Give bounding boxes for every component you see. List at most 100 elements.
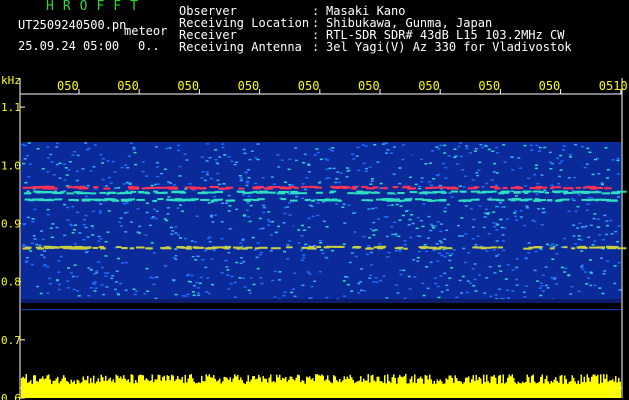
trace-segment xyxy=(356,190,364,193)
amplitude-bar xyxy=(507,377,509,398)
noise-speck xyxy=(99,238,103,240)
noise-speck xyxy=(483,216,487,218)
amplitude-bar xyxy=(481,383,483,398)
noise-speck xyxy=(403,291,407,293)
noise-speck xyxy=(439,275,443,277)
amplitude-bar xyxy=(619,381,621,398)
noise-speck xyxy=(598,287,602,289)
amplitude-bar xyxy=(264,378,266,398)
noise-speck xyxy=(116,292,120,295)
amplitude-bar xyxy=(159,375,161,398)
amplitude-bar xyxy=(132,374,134,398)
noise-speck xyxy=(226,253,230,256)
noise-speck xyxy=(345,176,349,178)
amplitude-bar xyxy=(286,381,288,398)
noise-speck xyxy=(35,285,39,288)
noise-speck xyxy=(124,231,128,233)
noise-speck xyxy=(89,170,93,172)
noise-speck xyxy=(239,177,243,179)
noise-speck xyxy=(73,150,77,153)
noise-speck xyxy=(562,145,566,147)
noise-speck xyxy=(478,161,482,164)
noise-speck xyxy=(617,225,621,227)
trace-segment xyxy=(325,198,331,201)
noise-speck xyxy=(221,146,225,149)
noise-speck xyxy=(412,155,416,157)
amplitude-bar xyxy=(154,379,156,398)
amplitude-bar xyxy=(100,374,102,398)
noise-speck xyxy=(357,282,361,285)
x-tick-label: 050 xyxy=(57,79,79,93)
noise-speck xyxy=(412,244,416,246)
trace-segment xyxy=(581,198,590,201)
noise-speck xyxy=(567,210,571,213)
noise-speck xyxy=(440,254,444,257)
noise-speck xyxy=(172,184,176,186)
amplitude-bar xyxy=(322,375,324,398)
noise-speck xyxy=(439,230,443,233)
amplitude-bar xyxy=(597,374,599,398)
amplitude-bar xyxy=(364,380,366,398)
trace-segment xyxy=(256,191,263,194)
noise-speck xyxy=(600,182,604,184)
trace-segment xyxy=(487,198,492,201)
noise-speck xyxy=(55,279,59,281)
noise-speck xyxy=(298,147,302,149)
amplitude-bar xyxy=(270,374,272,398)
amplitude-bar xyxy=(370,375,372,398)
amplitude-bar xyxy=(166,375,168,398)
noise-speck xyxy=(591,244,595,246)
noise-speck xyxy=(81,168,85,170)
x-tick-label: 050 xyxy=(117,79,139,93)
trace-segment xyxy=(279,187,290,190)
noise-speck xyxy=(561,149,565,151)
noise-speck xyxy=(374,293,378,295)
noise-speck xyxy=(93,283,97,285)
noise-speck xyxy=(98,212,102,214)
noise-speck xyxy=(75,290,79,292)
noise-speck xyxy=(239,242,243,244)
noise-speck xyxy=(273,296,277,298)
noise-speck xyxy=(174,232,178,234)
noise-speck xyxy=(418,204,422,206)
amplitude-bar xyxy=(354,383,356,398)
noise-speck xyxy=(445,252,449,254)
amplitude-bar xyxy=(570,381,572,398)
amplitude-bar xyxy=(175,379,177,398)
noise-speck xyxy=(152,208,156,211)
noise-speck xyxy=(488,266,492,268)
noise-speck xyxy=(495,255,499,257)
trace-segment xyxy=(252,187,260,190)
trace-segment xyxy=(432,191,441,194)
noise-speck xyxy=(603,270,607,272)
noise-speck xyxy=(106,231,110,233)
amplitude-bar xyxy=(472,375,474,398)
noise-speck xyxy=(342,280,346,282)
noise-speck xyxy=(217,183,221,186)
trace-segment xyxy=(186,245,192,248)
amplitude-bar xyxy=(430,379,432,398)
noise-speck xyxy=(542,274,546,277)
noise-speck xyxy=(564,267,568,269)
trace-segment xyxy=(334,245,342,248)
amplitude-bar xyxy=(55,378,57,398)
noise-speck xyxy=(617,196,621,198)
trace-segment xyxy=(95,199,101,202)
noise-speck xyxy=(540,285,544,287)
noise-speck xyxy=(465,145,469,147)
trace-segment xyxy=(604,187,612,190)
noise-speck xyxy=(300,259,304,261)
noise-speck xyxy=(280,159,284,161)
trace-segment xyxy=(125,192,133,195)
noise-speck xyxy=(42,264,46,267)
x-tick-label: 050 xyxy=(238,79,260,93)
noise-speck xyxy=(31,218,35,220)
noise-speck xyxy=(204,262,208,265)
noise-speck xyxy=(274,231,278,234)
noise-speck xyxy=(373,156,377,158)
noise-speck xyxy=(137,232,141,234)
noise-speck xyxy=(523,224,527,227)
noise-speck xyxy=(166,207,170,209)
amplitude-bar xyxy=(556,381,558,398)
noise-speck xyxy=(185,159,189,161)
